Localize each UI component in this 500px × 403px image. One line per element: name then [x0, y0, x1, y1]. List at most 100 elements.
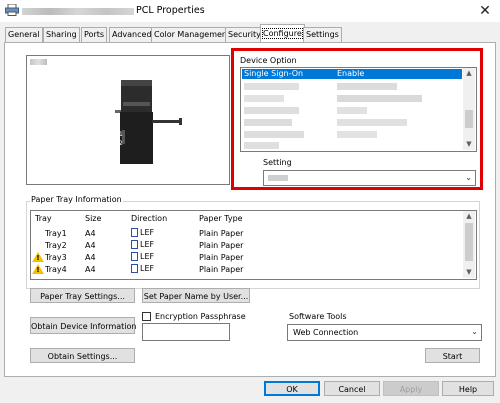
option-name: Single Sign-On — [244, 69, 304, 78]
scroll-down-icon[interactable]: ▼ — [464, 268, 474, 276]
set-paper-name-button[interactable]: Set Paper Name by User... — [142, 288, 250, 303]
help-button[interactable]: Help — [442, 381, 494, 396]
col-direction-header: Direction — [131, 214, 168, 223]
tray-direction: LEF — [131, 228, 154, 237]
setting-label: Setting — [263, 158, 292, 167]
setting-dropdown[interactable]: ⌄ — [263, 170, 476, 186]
start-label: Start — [442, 352, 463, 361]
redacted-row — [244, 83, 299, 90]
printer-name-redacted — [22, 8, 134, 15]
redacted-row — [244, 131, 304, 138]
obtain-settings-label: Obtain Settings... — [47, 352, 118, 361]
printer-tray-label-2: 2 — [119, 140, 123, 147]
redacted-row — [244, 107, 299, 114]
tab-configure[interactable]: Configure — [260, 24, 305, 42]
paper-tray-settings-label: Paper Tray Settings... — [40, 292, 125, 301]
table-row[interactable]: Tray2 A4 LEF Plain Paper — [31, 240, 461, 251]
obtain-device-info-label: Obtain Device Information — [31, 322, 137, 331]
col-paper-type-header: Paper Type — [199, 214, 243, 223]
ok-label: OK — [286, 385, 298, 394]
tray-name: Tray2 — [45, 241, 67, 250]
table-row[interactable]: ! Tray4 A4 LEF Plain Paper — [31, 264, 461, 275]
tray-paper-type: Plain Paper — [199, 229, 244, 238]
document-icon — [131, 252, 138, 261]
software-tools-value: Web Connection — [293, 328, 359, 337]
printer-preview: 1 2 — [26, 55, 230, 185]
model-name-redacted — [30, 59, 47, 65]
tray-paper-type: Plain Paper — [199, 241, 244, 250]
start-button[interactable]: Start — [425, 348, 480, 363]
tray-list-scrollbar[interactable]: ▲ ▼ — [463, 211, 475, 278]
cancel-button[interactable]: Cancel — [324, 381, 380, 396]
title-bar: PCL Properties ✕ — [0, 0, 500, 22]
printer-tray-label-1: 1 — [119, 131, 123, 138]
tab-advanced[interactable]: Advanced — [109, 27, 155, 42]
tray-name: Tray1 — [45, 229, 67, 238]
col-size-header: Size — [85, 214, 102, 223]
tab-security[interactable]: Security — [225, 27, 264, 42]
redacted-row — [244, 95, 284, 102]
device-option-row-selected[interactable]: Single Sign-On Enable — [242, 69, 462, 79]
ok-button[interactable]: OK — [264, 381, 320, 396]
obtain-settings-button[interactable]: Obtain Settings... — [30, 348, 135, 363]
tray-paper-type: Plain Paper — [199, 265, 244, 274]
device-option-list[interactable]: Single Sign-On Enable ▲ ▼ — [240, 67, 477, 152]
table-row[interactable]: ! Tray3 A4 LEF Plain Paper — [31, 252, 461, 263]
document-icon — [131, 228, 138, 237]
apply-button[interactable]: Apply — [383, 381, 439, 396]
redacted-row — [244, 142, 279, 149]
tray-size: A4 — [85, 241, 96, 250]
scroll-thumb[interactable] — [465, 110, 473, 128]
tab-settings[interactable]: Settings — [303, 27, 342, 42]
tab-ports[interactable]: Ports — [81, 27, 108, 42]
apply-label: Apply — [399, 385, 423, 394]
tab-color-management[interactable]: Color Management — [151, 27, 234, 42]
scroll-down-icon[interactable]: ▼ — [464, 140, 474, 148]
tray-size: A4 — [85, 253, 96, 262]
close-icon[interactable]: ✕ — [474, 2, 496, 20]
encryption-label: Encryption Passphrase — [155, 312, 246, 321]
tray-direction: LEF — [131, 240, 154, 249]
paper-tray-settings-button[interactable]: Paper Tray Settings... — [30, 288, 135, 303]
chevron-down-icon: ⌄ — [471, 327, 478, 336]
warning-mark: ! — [36, 266, 40, 274]
software-tools-dropdown[interactable]: Web Connection ⌄ — [287, 324, 482, 341]
device-option-scrollbar[interactable]: ▲ ▼ — [463, 68, 475, 150]
table-row[interactable]: Tray1 A4 LEF Plain Paper — [31, 228, 461, 239]
device-option-label-text: Device Option — [240, 56, 297, 65]
help-label: Help — [458, 385, 478, 394]
printer-image — [115, 80, 182, 164]
col-tray-header: Tray — [35, 214, 52, 223]
scroll-thumb[interactable] — [465, 223, 473, 261]
tray-size: A4 — [85, 229, 96, 238]
option-value: Enable — [337, 69, 365, 78]
properties-window: PCL Properties ✕ General Sharing Ports A… — [0, 0, 500, 403]
window-title: PCL Properties — [136, 5, 205, 16]
cancel-label: Cancel — [338, 385, 366, 394]
tray-direction: LEF — [131, 252, 154, 261]
scroll-up-icon[interactable]: ▲ — [464, 212, 474, 220]
tab-sharing[interactable]: Sharing — [43, 27, 80, 42]
tab-configure-label: Configure — [262, 28, 303, 39]
tray-name: Tray3 — [45, 253, 67, 262]
chevron-down-icon: ⌄ — [465, 173, 472, 182]
redacted-row — [337, 131, 377, 138]
paper-tray-group-label: Paper Tray Information — [30, 195, 123, 204]
tray-paper-type: Plain Paper — [199, 253, 244, 262]
redacted-row — [244, 119, 292, 126]
tab-general[interactable]: General — [5, 27, 43, 42]
device-option-label: Device Option — [240, 56, 297, 65]
tray-list[interactable]: Tray Size Direction Paper Type Tray1 A4 … — [30, 210, 477, 280]
warning-mark: ! — [36, 254, 40, 262]
tray-direction: LEF — [131, 264, 154, 273]
printer-icon — [5, 4, 19, 16]
encryption-checkbox[interactable] — [142, 312, 151, 321]
setting-value-redacted — [268, 175, 288, 181]
document-icon — [131, 240, 138, 249]
set-paper-name-label: Set Paper Name by User... — [143, 292, 249, 301]
obtain-device-info-button[interactable]: Obtain Device Information — [30, 317, 137, 334]
redacted-row — [337, 107, 367, 114]
software-tools-label: Software Tools — [289, 312, 347, 321]
scroll-up-icon[interactable]: ▲ — [464, 69, 474, 77]
encryption-passphrase-field[interactable] — [142, 323, 230, 341]
